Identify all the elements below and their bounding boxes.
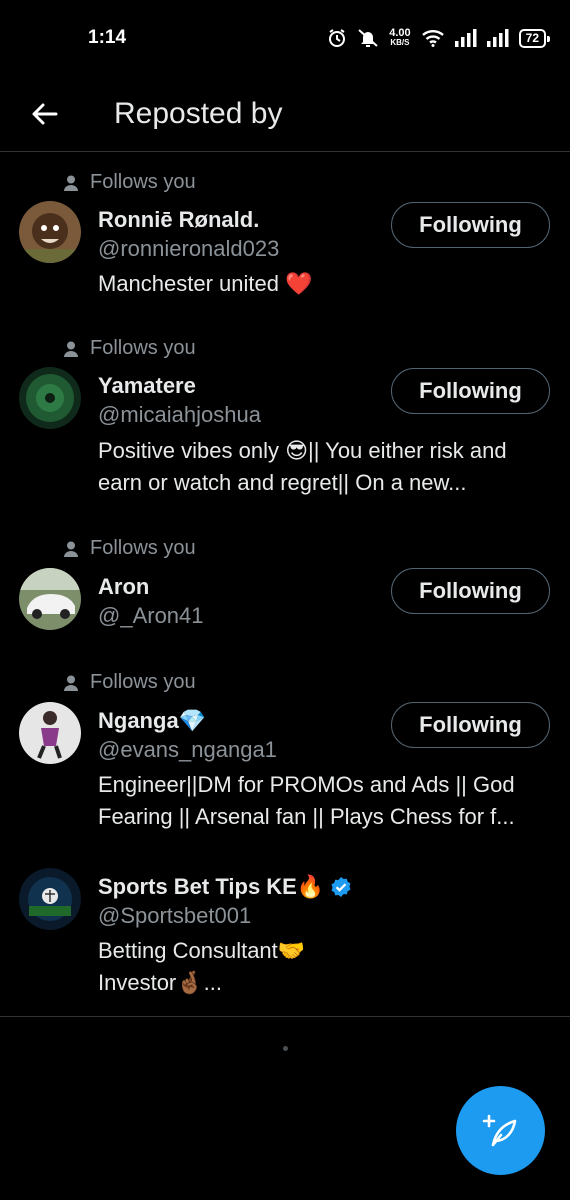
- page-title: Reposted by: [114, 96, 283, 130]
- loading-indicator: [283, 1046, 288, 1051]
- user-name-line: Nganga💎: [98, 708, 206, 734]
- verified-badge-icon: [331, 877, 351, 897]
- person-icon: [64, 541, 78, 557]
- speed-value: 4.00: [389, 27, 411, 39]
- back-button[interactable]: [14, 84, 74, 144]
- user-handle: @evans_nganga1: [98, 737, 277, 762]
- user-name: Aron: [98, 574, 150, 599]
- list-item[interactable]: Follows you Ronniē Rønald. @ronnieronald…: [0, 152, 570, 318]
- mute-bell-icon: [357, 28, 379, 48]
- avatar[interactable]: [19, 201, 81, 263]
- user-bio: Positive vibes only 😎|| You either risk …: [98, 438, 507, 495]
- list-divider: [0, 1016, 570, 1017]
- user-handle: @micaiahjoshua: [98, 402, 261, 427]
- follows-you-label: Follows you: [64, 671, 196, 694]
- page-header: Reposted by: [0, 76, 570, 152]
- following-button[interactable]: Following: [391, 702, 550, 748]
- user-handle: @Sportsbet001: [98, 903, 252, 928]
- person-icon: [64, 341, 78, 357]
- bio-line: Betting Consultant🤝: [98, 938, 306, 963]
- wifi-icon: [421, 29, 445, 47]
- user-handle: @ronnieronald023: [98, 236, 280, 261]
- follows-you-label: Follows you: [64, 171, 196, 194]
- bio-line: Investor🤞🏾...: [98, 970, 222, 995]
- status-time: 1:14: [88, 27, 127, 48]
- list-item[interactable]: Follows you Yamatere @micaiahjoshua Posi…: [0, 318, 570, 518]
- user-name: Sports Bet Tips KE🔥: [98, 874, 325, 899]
- battery-indicator: 72: [518, 28, 551, 48]
- following-button[interactable]: Following: [391, 568, 550, 614]
- signal-1-icon: [454, 29, 477, 47]
- avatar[interactable]: [19, 702, 81, 764]
- following-button[interactable]: Following: [391, 202, 550, 248]
- person-icon: [64, 675, 78, 691]
- user-name: Yamatere: [98, 373, 196, 398]
- user-bio: Manchester united ❤️: [98, 271, 313, 296]
- compose-post-button[interactable]: [456, 1086, 545, 1175]
- follows-you-text: Follows you: [90, 537, 196, 559]
- arrow-left-icon: [32, 103, 58, 124]
- status-bar: 1:14 4.00 KB/S 72: [0, 0, 570, 76]
- avatar[interactable]: [19, 367, 81, 429]
- follows-you-text: Follows you: [90, 171, 196, 193]
- follows-you-text: Follows you: [90, 337, 196, 359]
- list-item[interactable]: Sports Bet Tips KE🔥 @Sportsbet001 Bettin…: [0, 852, 570, 1016]
- user-name: Nganga💎: [98, 708, 207, 733]
- alarm-icon: [327, 28, 347, 48]
- user-bio: Betting Consultant🤝 Investor🤞🏾...: [98, 935, 553, 999]
- list-item[interactable]: Follows you Nganga💎 @evans_nganga1 Engin…: [0, 652, 570, 852]
- user-bio: Engineer||DM for PROMOs and Ads || God F…: [98, 772, 515, 829]
- feather-plus-icon: [482, 1114, 516, 1146]
- user-name: Ronniē Rønald.: [98, 207, 260, 232]
- user-handle: @_Aron41: [98, 603, 204, 628]
- user-name-line: Ronniē Rønald.: [98, 207, 259, 233]
- follows-you-text: Follows you: [90, 671, 196, 693]
- avatar[interactable]: [19, 868, 81, 930]
- status-icons: 4.00 KB/S 72: [327, 28, 551, 48]
- person-icon: [64, 175, 78, 191]
- follows-you-label: Follows you: [64, 337, 196, 360]
- signal-2-icon: [486, 29, 509, 47]
- user-name-line: Yamatere: [98, 373, 196, 399]
- follows-you-label: Follows you: [64, 537, 196, 560]
- user-name-line: Sports Bet Tips KE🔥: [98, 874, 352, 900]
- avatar[interactable]: [19, 568, 81, 630]
- following-button[interactable]: Following: [391, 368, 550, 414]
- speed-unit: KB/S: [390, 38, 410, 47]
- network-speed: 4.00 KB/S: [389, 28, 410, 48]
- user-name-line: Aron: [98, 574, 149, 600]
- list-item[interactable]: Follows you Aron @_Aron41 Following: [0, 518, 570, 652]
